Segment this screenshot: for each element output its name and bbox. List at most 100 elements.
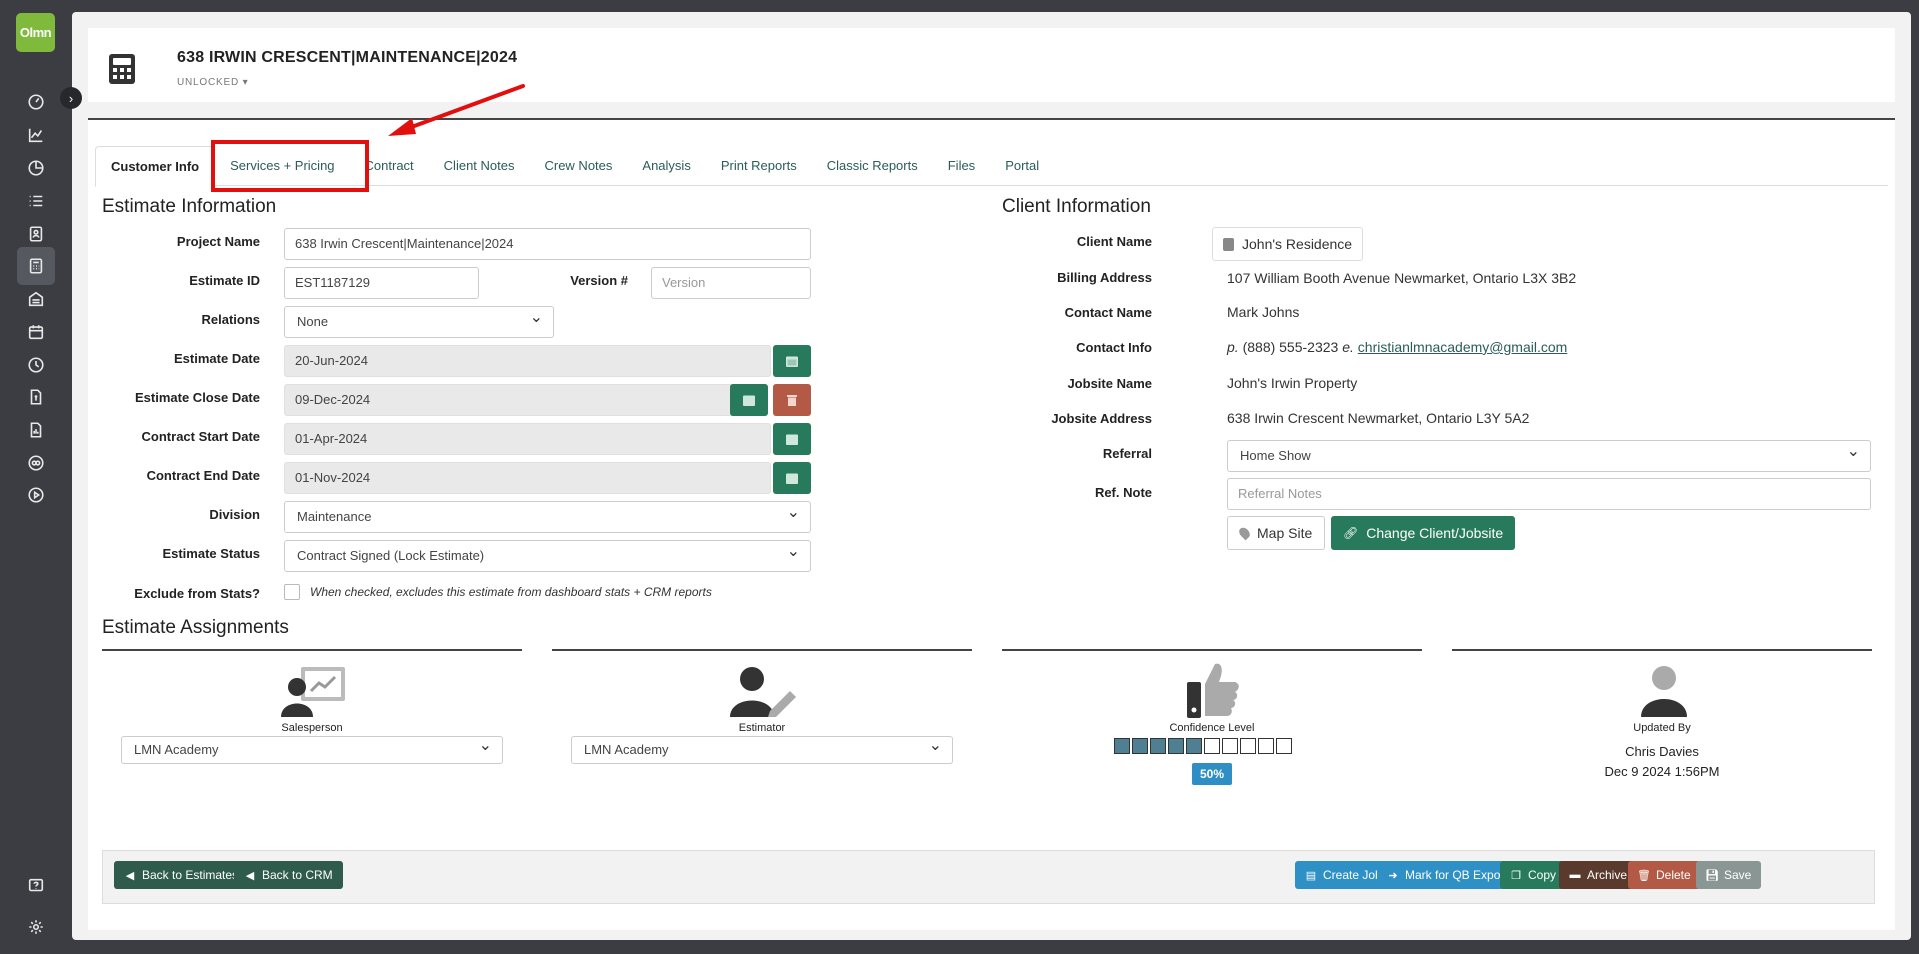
action-bar: ◀︎ Back to Estimates ◀︎ Back to CRM ▤ Cr… [102, 850, 1875, 904]
contact-info-value: p. (888) 555-2323 e. christianlmnacademy… [1227, 339, 1567, 355]
phone-value: (888) 555-2323 [1242, 339, 1339, 355]
exclude-stats-checkbox[interactable] [284, 584, 300, 600]
confidence-cell[interactable] [1276, 738, 1292, 754]
calendar-icon [786, 473, 798, 484]
confidence-cell[interactable] [1240, 738, 1256, 754]
pie-chart-icon [28, 160, 44, 176]
save-icon: 💾︎ [1705, 869, 1719, 882]
confidence-cell[interactable] [1168, 738, 1184, 754]
exclude-stats-label: Exclude from Stats? [134, 586, 260, 601]
confidence-cell[interactable] [1114, 738, 1130, 754]
end-date-calendar-button[interactable] [773, 462, 811, 494]
contact-info-label: Contact Info [1076, 340, 1152, 355]
estimate-status-select[interactable]: Contract Signed (Lock Estimate) [284, 537, 811, 572]
tab-analysis[interactable]: Analysis [627, 146, 705, 186]
confidence-cell[interactable] [1222, 738, 1238, 754]
delete-button[interactable]: 🗑︎ Delete [1628, 861, 1701, 889]
close-date-clear-button[interactable] [773, 384, 811, 416]
create-job-label: Create Job [1323, 868, 1382, 882]
annotation-arrow [388, 84, 525, 136]
jobsite-name-label: Jobsite Name [1067, 376, 1152, 391]
close-date-label: Estimate Close Date [135, 390, 260, 405]
confidence-divider [1002, 649, 1422, 651]
map-site-label: Map Site [1257, 525, 1313, 541]
salesperson-icon [281, 667, 345, 717]
tab-customer-info[interactable]: Customer Info [95, 146, 216, 187]
calculator-icon [29, 258, 43, 274]
end-date-input[interactable]: 01-Nov-2024 [284, 462, 771, 494]
back-to-crm-label: Back to CRM [262, 868, 333, 882]
sidebar-item-settings[interactable] [17, 908, 55, 946]
start-date-label: Contract Start Date [141, 429, 260, 444]
change-client-button[interactable]: 🔗︎ Change Client/Jobsite [1331, 516, 1516, 550]
client-name-value: John's Residence [1242, 236, 1353, 252]
building-icon [28, 291, 44, 307]
project-name-label: Project Name [176, 234, 260, 249]
confidence-cell[interactable] [1132, 738, 1148, 754]
email-link[interactable]: christianlmnacademy@gmail.com [1358, 339, 1568, 355]
sidebar-toggle-chevron-icon[interactable]: › [60, 87, 82, 109]
billing-address-value: 107 William Booth Avenue Newmarket, Onta… [1227, 270, 1577, 286]
annotation-highlight-box [211, 140, 369, 192]
start-date-input[interactable]: 01-Apr-2024 [284, 423, 771, 455]
estimate-date-input[interactable]: 20-Jun-2024 [284, 345, 771, 377]
lock-status-label: UNLOCKED [177, 77, 239, 88]
contact-name-label: Contact Name [1064, 305, 1152, 320]
start-date-calendar-button[interactable] [773, 423, 811, 455]
archive-button[interactable]: ▬ Archive [1559, 861, 1638, 889]
back-to-estimates-button[interactable]: ◀︎ Back to Estimates [114, 861, 249, 889]
tab-classic-reports[interactable]: Classic Reports [812, 146, 933, 186]
tab-files[interactable]: Files [933, 146, 990, 186]
client-name-label: Client Name [1076, 234, 1152, 249]
confidence-meter[interactable] [1114, 738, 1292, 754]
tab-print-reports[interactable]: Print Reports [706, 146, 812, 186]
estimate-id-input[interactable]: EST1187129 [284, 267, 479, 299]
arrow-left-circle-icon: ◀︎ [245, 869, 255, 882]
confidence-caption: Confidence Level [1169, 722, 1255, 734]
settings-icon [29, 920, 43, 934]
tab-crew-notes[interactable]: Crew Notes [529, 146, 627, 186]
ref-note-label: Ref. Note [1094, 485, 1152, 500]
link-icon: 🔗︎ [1343, 526, 1359, 540]
version-input[interactable]: Version [651, 267, 811, 299]
estimate-date-calendar-button[interactable] [773, 345, 811, 377]
email-prefix: e. [1342, 339, 1354, 355]
sidebar-item-help[interactable] [17, 867, 55, 905]
delete-label: Delete [1656, 868, 1691, 882]
close-date-input[interactable]: 09-Dec-2024 [284, 384, 743, 416]
close-date-calendar-button[interactable] [730, 384, 768, 416]
tab-portal[interactable]: Portal [990, 146, 1054, 186]
back-to-crm-button[interactable]: ◀︎ Back to CRM [234, 861, 343, 889]
referral-label: Referral [1102, 446, 1152, 461]
user-icon [1641, 666, 1687, 717]
invoice-icon [30, 389, 42, 405]
referral-select[interactable]: Home Show [1227, 437, 1871, 472]
project-name-input[interactable]: 638 Irwin Crescent|Maintenance|2024 [284, 228, 811, 260]
lmn-logo[interactable]: Olmn [16, 13, 55, 52]
content-area: Customer Info Services + Pricing Contrac… [88, 84, 1895, 930]
confidence-cell[interactable] [1150, 738, 1166, 754]
confidence-cell[interactable] [1204, 738, 1220, 754]
sidebar-item-videos[interactable] [17, 476, 55, 514]
estimator-caption: Estimator [738, 722, 786, 734]
copy-button[interactable]: ❐ Copy [1500, 861, 1567, 889]
mark-qb-export-button[interactable]: ➜ Mark for QB Export [1377, 861, 1518, 889]
division-select[interactable]: Maintenance [284, 498, 811, 533]
ref-note-input[interactable]: Referral Notes [1227, 478, 1871, 510]
salesperson-select[interactable]: LMN Academy [121, 733, 503, 764]
main-panel: 638 IRWIN CRESCENT|MAINTENANCE|2024 UNLO… [72, 12, 1911, 940]
client-name-chip[interactable]: John's Residence [1212, 227, 1364, 261]
map-site-button[interactable]: Map Site [1227, 516, 1326, 550]
salesperson-divider [102, 649, 522, 651]
back-to-estimates-label: Back to Estimates [142, 868, 239, 882]
relations-select[interactable]: None [284, 303, 554, 338]
arrow-left-circle-icon: ◀︎ [125, 869, 135, 882]
tab-client-notes[interactable]: Client Notes [429, 146, 530, 186]
contact-name-value: Mark Johns [1227, 304, 1300, 320]
save-button[interactable]: 💾︎ Save [1696, 861, 1762, 889]
updated-at-value: Dec 9 2024 1:56PM [1604, 764, 1720, 779]
lock-status-dropdown[interactable]: UNLOCKED ▾ [177, 77, 248, 88]
estimator-select[interactable]: LMN Academy [571, 733, 953, 764]
confidence-cell[interactable] [1186, 738, 1202, 754]
confidence-cell[interactable] [1258, 738, 1274, 754]
